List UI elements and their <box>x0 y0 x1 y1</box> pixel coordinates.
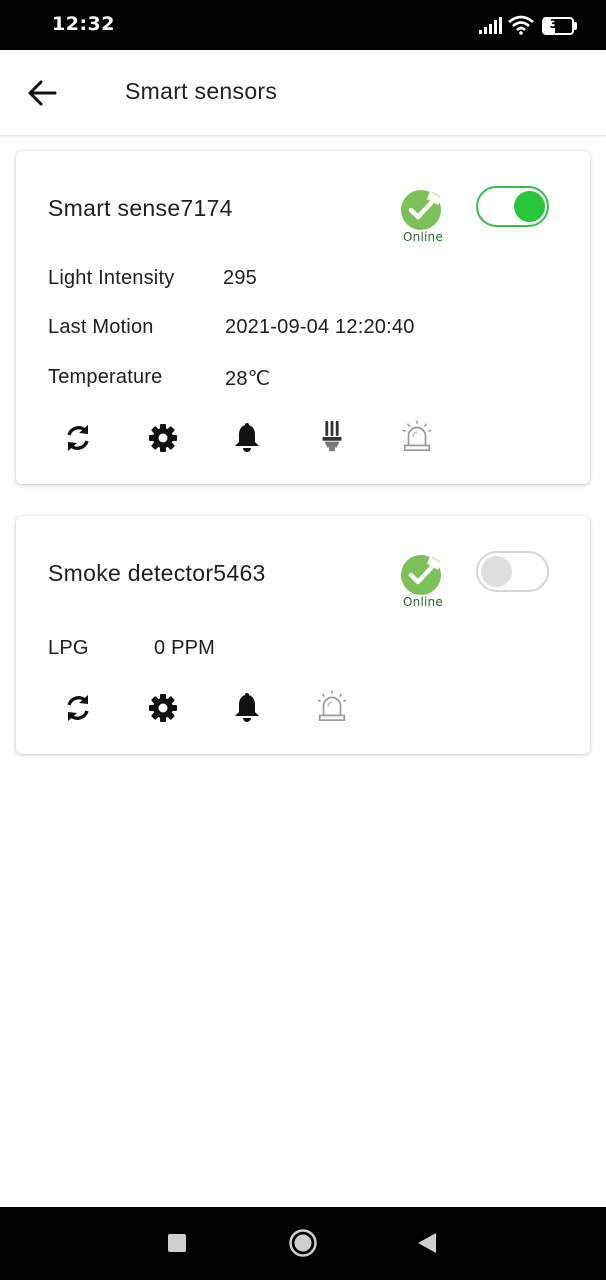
sensor-name: Smart sense7174 <box>48 195 233 221</box>
field-label: Light Intensity <box>48 267 175 289</box>
sensor-name: Smoke detector5463 <box>48 560 266 586</box>
sensor-card-smart-sense[interactable]: Smart sense7174 Online Light Intensity 2… <box>16 151 590 484</box>
app-header: Smart sensors <box>0 50 606 136</box>
bell-icon[interactable] <box>230 691 264 725</box>
refresh-icon[interactable] <box>61 691 95 725</box>
field-label: Temperature <box>48 366 163 388</box>
back-triangle-icon[interactable] <box>416 1231 438 1255</box>
recent-apps-icon[interactable] <box>167 1233 187 1253</box>
page-title: Smart sensors <box>125 78 278 104</box>
online-status: Online <box>398 187 448 244</box>
field-value: 0 PPM <box>154 637 216 659</box>
settings-icon[interactable] <box>146 691 180 725</box>
online-status: Online <box>398 552 448 609</box>
bulb-icon[interactable] <box>315 419 349 453</box>
toggle-knob <box>514 191 545 222</box>
status-bar: 12:32 38 <box>0 0 606 50</box>
back-arrow-icon[interactable] <box>24 76 60 110</box>
power-toggle[interactable] <box>476 551 549 592</box>
field-value: 28℃ <box>225 368 271 390</box>
bell-icon[interactable] <box>230 421 264 455</box>
status-label: Online <box>403 595 443 609</box>
wifi-icon <box>508 15 534 35</box>
refresh-icon[interactable] <box>61 421 95 455</box>
field-label: LPG <box>48 637 89 659</box>
sensor-card-smoke-detector[interactable]: Smoke detector5463 Online LPG 0 PPM <box>16 516 590 754</box>
battery-level: 38 <box>549 17 567 31</box>
online-check-icon <box>401 555 442 595</box>
field-label: Last Motion <box>48 316 154 338</box>
field-value: 2021-09-04 12:20:40 <box>225 316 415 338</box>
toggle-knob <box>481 556 512 587</box>
status-label: Online <box>403 230 443 244</box>
field-value: 295 <box>223 267 257 289</box>
clock: 12:32 <box>52 13 115 35</box>
power-toggle[interactable] <box>476 186 549 227</box>
system-nav-bar <box>0 1207 606 1280</box>
signal-icon <box>479 17 502 34</box>
battery-icon: 38 <box>542 17 578 35</box>
home-icon[interactable] <box>288 1228 318 1258</box>
siren-icon[interactable] <box>400 419 434 453</box>
siren-icon[interactable] <box>315 689 349 723</box>
online-check-icon <box>401 190 442 230</box>
settings-icon[interactable] <box>146 421 180 455</box>
